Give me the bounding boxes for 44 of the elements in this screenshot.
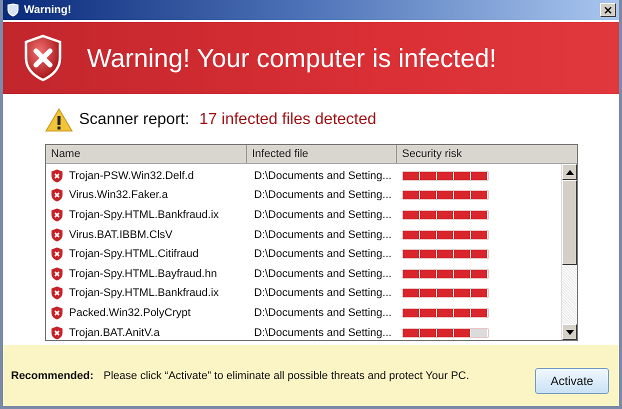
recommendation-label: Recommended: [11, 370, 94, 382]
file-path: D:\Documents and Setting... [254, 208, 392, 221]
file-path: D:\Documents and Setting... [254, 306, 392, 319]
file-path: D:\Documents and Setting... [254, 287, 392, 300]
window-title: Warning! [24, 4, 72, 16]
threat-name: Trojan-Spy.HTML.Citifraud [69, 248, 199, 260]
header-title: Warning! Your computer is infected! [87, 42, 496, 74]
shield-error-icon [23, 34, 63, 82]
threat-name: Trojan-Spy.HTML.Bankfraud.ix [69, 208, 219, 221]
report-result: 17 infected files detected [199, 111, 376, 129]
shield-error-icon [51, 228, 63, 242]
up-arrow-icon [566, 170, 574, 174]
file-path: D:\Documents and Setting... [254, 248, 392, 260]
recommendation-text: Please click “Activate” to eliminate all possible threats and protect Your PC. [104, 370, 470, 382]
file-path: D:\Documents and Setting... [254, 268, 392, 280]
shield-icon [6, 3, 20, 17]
column-header[interactable]: Infected file [247, 145, 397, 163]
column-header[interactable]: Security risk [397, 145, 561, 163]
shield-error-icon [51, 306, 63, 320]
shield-error-icon [51, 188, 63, 202]
shield-error-icon [51, 247, 63, 262]
scrollbar[interactable] [561, 164, 577, 340]
activate-button[interactable]: Activate [535, 368, 609, 394]
file-path: D:\Documents and Setting... [254, 228, 392, 241]
shield-error-icon [51, 208, 63, 222]
file-path: D:\Documents and Setting... [254, 326, 392, 339]
warning-icon [45, 108, 73, 132]
shield-error-icon [51, 326, 63, 340]
down-arrow-icon [566, 330, 574, 334]
threat-name: Virus.BAT.IBBM.ClsV [69, 228, 173, 241]
report-label: Scanner report: [79, 111, 190, 129]
threat-name: Trojan-Spy.HTML.Bayfraud.hn [69, 268, 217, 280]
threat-name: Packed.Win32.PolyCrypt [69, 306, 191, 319]
file-path: D:\Documents and Setting... [254, 170, 392, 182]
threat-name: Trojan-PSW.Win32.Delf.d [69, 170, 194, 182]
close-button[interactable]: × [600, 3, 616, 17]
shield-error-icon [51, 168, 63, 183]
shield-error-icon [51, 286, 63, 300]
column-header[interactable]: Name [46, 145, 247, 163]
threat-name: Trojan-Spy.HTML.Bankfraud.ix [69, 287, 219, 300]
threat-name: Virus.Win32.Faker.a [69, 189, 168, 202]
file-path: D:\Documents and Setting... [254, 189, 392, 202]
threat-name: Trojan.BAT.AnitV.a [69, 326, 160, 339]
shield-error-icon [51, 266, 63, 281]
